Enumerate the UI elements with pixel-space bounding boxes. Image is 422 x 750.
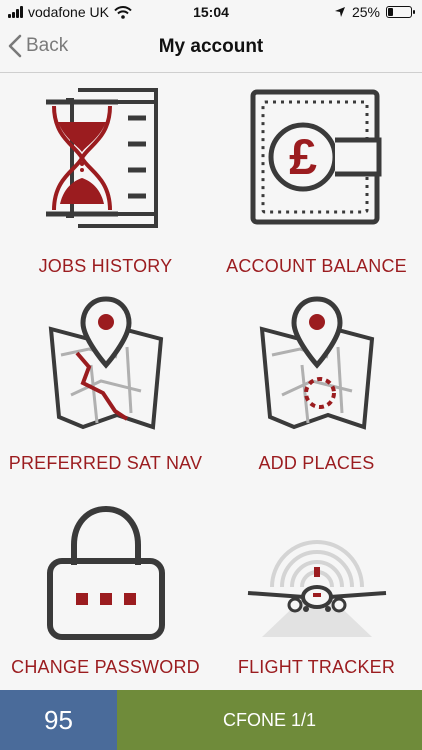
tile-label: ACCOUNT BALANCE	[226, 256, 407, 276]
hourglass-document-icon	[45, 88, 158, 228]
tile-label: PREFERRED SAT NAV	[8, 453, 203, 473]
jobs-history-tile[interactable]: JOBS HISTORY	[0, 88, 211, 278]
navigation-bar: Back My account	[0, 26, 422, 73]
battery-percent: 25%	[351, 4, 380, 20]
job-count-badge[interactable]: 95	[0, 690, 117, 750]
status-bar: vodafone UK 15:04 25%	[0, 0, 422, 26]
svg-text:£: £	[289, 129, 317, 185]
account-balance-tile[interactable]: £ ACCOUNT BALANCE	[211, 88, 422, 278]
page-title: My account	[158, 36, 264, 57]
preferred-sat-nav-tile[interactable]: PREFERRED SAT NAV	[0, 295, 211, 485]
bottom-status-bar: 95 CFONE 1/1	[0, 690, 422, 750]
tile-label: FLIGHT TRACKER	[237, 657, 396, 677]
change-password-tile[interactable]: CHANGE PASSWORD	[0, 501, 211, 691]
battery-icon	[386, 6, 415, 18]
status-right: 25%	[334, 4, 415, 20]
account-menu-grid: JOBS HISTORY £ ACCOUNT BALANCE PREFERRED…	[0, 73, 422, 690]
tile-label: CHANGE PASSWORD	[11, 657, 200, 677]
tile-label: JOBS HISTORY	[38, 256, 173, 276]
padlock-icon	[46, 505, 165, 640]
flight-tracker-tile[interactable]: FLIGHT TRACKER	[211, 501, 422, 691]
pound-wallet-icon: £	[250, 89, 381, 225]
map-pin-route-icon	[48, 296, 163, 430]
callsign-badge[interactable]: CFONE 1/1	[117, 690, 422, 750]
location-arrow-icon	[334, 7, 345, 17]
add-places-tile[interactable]: ADD PLACES	[211, 295, 422, 485]
tile-label: ADD PLACES	[258, 453, 375, 473]
map-pin-add-icon	[259, 296, 374, 430]
airplane-radar-icon	[247, 540, 386, 637]
